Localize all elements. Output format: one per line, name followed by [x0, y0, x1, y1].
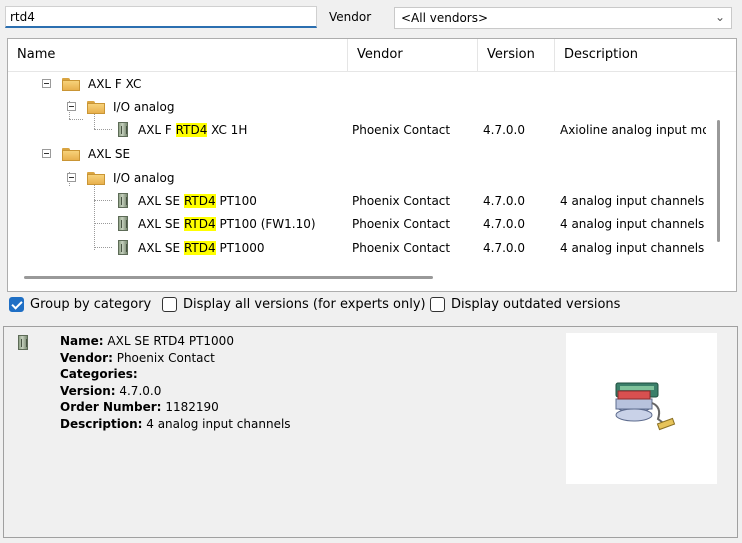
- column-header-name[interactable]: Name: [8, 39, 348, 71]
- checkbox-icon[interactable]: [162, 297, 177, 312]
- list-item[interactable]: AXL SE RTD4 PT100 Phoenix Contact 4.7.0.…: [8, 190, 736, 212]
- list-item[interactable]: AXL F RTD4 XC 1H Phoenix Contact 4.7.0.0…: [8, 119, 736, 141]
- checkbox-checked-icon[interactable]: [9, 297, 24, 312]
- tree-subgroup-io-analog[interactable]: I/O analog: [8, 167, 736, 189]
- column-header-vendor[interactable]: Vendor: [348, 39, 478, 71]
- detail-description: 4 analog input channels: [146, 416, 291, 431]
- details-text: Name: AXL SE RTD4 PT1000 Vendor: Phoenix…: [60, 334, 291, 431]
- display-all-versions-label: Display all versions (for experts only): [183, 297, 426, 312]
- collapse-icon[interactable]: [67, 102, 76, 111]
- folder-icon: [62, 148, 80, 161]
- item-name: AXL SE RTD4 PT100 (FW1.10): [138, 217, 316, 231]
- tree-group-label: AXL SE: [88, 147, 131, 161]
- device-list[interactable]: Name Vendor Version Description AXL F XC…: [7, 38, 737, 292]
- item-vendor: Phoenix Contact: [352, 241, 451, 255]
- detail-categories: Categories:: [60, 367, 138, 381]
- item-version: 4.7.0.0: [483, 123, 525, 137]
- list-header: Name Vendor Version Description: [8, 39, 736, 72]
- item-name: AXL SE RTD4 PT1000: [138, 241, 265, 255]
- detail-name: AXL SE RTD4 PT1000: [107, 334, 234, 348]
- collapse-icon[interactable]: [42, 149, 51, 158]
- item-name: AXL F RTD4 XC 1H: [138, 123, 248, 137]
- folder-icon: [87, 172, 105, 185]
- item-version: 4.7.0.0: [483, 241, 525, 255]
- display-outdated-versions-label: Display outdated versions: [451, 297, 621, 312]
- item-description: 4 analog input channels: [560, 194, 705, 208]
- collapse-icon[interactable]: [67, 173, 76, 182]
- tree-subgroup-label: I/O analog: [113, 100, 175, 114]
- vendor-label: Vendor: [329, 10, 372, 24]
- tree-group-axl-se[interactable]: AXL SE: [8, 143, 736, 165]
- column-header-description[interactable]: Description: [555, 39, 736, 71]
- item-name: AXL SE RTD4 PT100: [138, 194, 257, 208]
- tree-group-axl-f-xc[interactable]: AXL F XC: [8, 73, 736, 95]
- horizontal-scrollbar[interactable]: [24, 276, 433, 279]
- item-version: 4.7.0.0: [483, 194, 525, 208]
- module-icon: [118, 122, 128, 137]
- detail-vendor: Phoenix Contact: [116, 350, 215, 365]
- device-image-icon: [615, 382, 676, 431]
- module-icon: [118, 193, 128, 208]
- column-header-version[interactable]: Version: [478, 39, 555, 71]
- folder-icon: [62, 78, 80, 91]
- detail-order-number: 1182190: [165, 400, 219, 414]
- details-panel: Name: AXL SE RTD4 PT1000 Vendor: Phoenix…: [3, 326, 738, 538]
- vendor-select[interactable]: <All vendors> ⌄: [394, 7, 732, 29]
- item-description: Axioline analog input mod: [560, 123, 706, 137]
- device-preview: [566, 333, 717, 484]
- detail-version: 4.7.0.0: [119, 383, 162, 398]
- module-icon: [118, 240, 128, 255]
- folder-icon: [87, 101, 105, 114]
- collapse-icon[interactable]: [42, 79, 51, 88]
- module-icon: [118, 216, 128, 231]
- item-description: 4 analog input channels: [560, 217, 705, 231]
- item-description: 4 analog input channels: [560, 241, 705, 255]
- tree-group-label: AXL F XC: [88, 77, 142, 91]
- module-icon: [18, 335, 28, 350]
- vertical-scrollbar[interactable]: [717, 120, 720, 242]
- item-version: 4.7.0.0: [483, 217, 525, 231]
- search-input[interactable]: [5, 6, 317, 28]
- item-vendor: Phoenix Contact: [352, 123, 451, 137]
- checkbox-icon[interactable]: [430, 297, 445, 312]
- group-by-category-label: Group by category: [30, 297, 152, 312]
- tree-subgroup-label: I/O analog: [113, 171, 175, 185]
- tree-subgroup-io-analog[interactable]: I/O analog: [8, 96, 736, 118]
- item-vendor: Phoenix Contact: [352, 217, 451, 231]
- list-item[interactable]: AXL SE RTD4 PT100 (FW1.10) Phoenix Conta…: [8, 213, 736, 235]
- vendor-select-value: <All vendors>: [401, 11, 489, 25]
- list-item[interactable]: AXL SE RTD4 PT1000 Phoenix Contact 4.7.0…: [8, 237, 736, 259]
- chevron-down-icon: ⌄: [714, 10, 725, 24]
- item-vendor: Phoenix Contact: [352, 194, 451, 208]
